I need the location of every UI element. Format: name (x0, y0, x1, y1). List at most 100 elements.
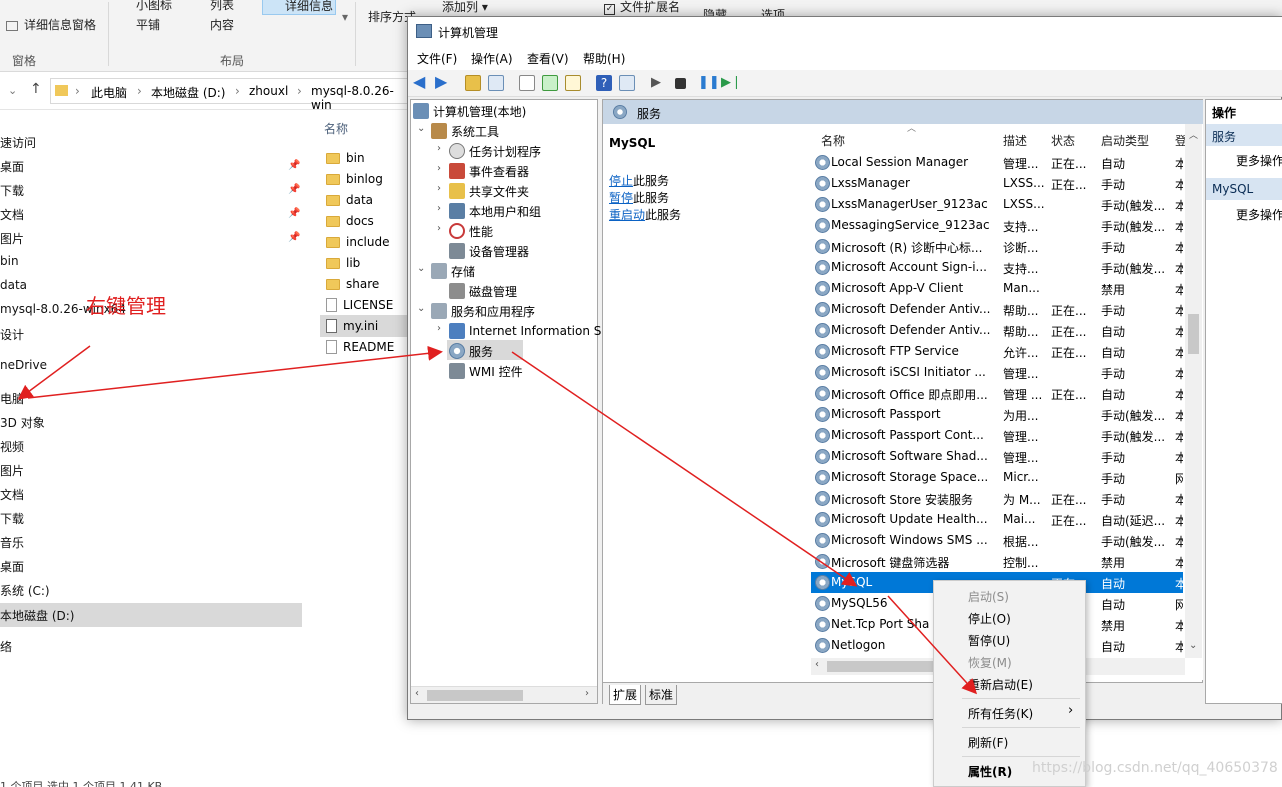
pause-icon[interactable]: ❚❚ (698, 75, 720, 91)
service-row[interactable]: Microsoft Office 即点即用... 管理 ... 正在... 自动 本 (811, 383, 1183, 404)
file-ext-checkbox[interactable]: ✓ 文件扩展名 (604, 0, 680, 15)
add-column-button[interactable]: 添加列 ▾ (442, 0, 488, 15)
service-row[interactable]: Microsoft Defender Antiv... 帮助... 正在... 自动 本 (811, 320, 1183, 341)
up-folder-icon[interactable] (465, 75, 481, 91)
tree-item-disk-management[interactable]: 磁盘管理 (449, 282, 517, 300)
refresh-icon[interactable] (542, 75, 558, 91)
menu-file[interactable]: 文件(F) (417, 50, 457, 67)
chevron-down-icon[interactable]: ▾ (342, 10, 348, 24)
tree-item-performance[interactable]: 性能 (449, 222, 493, 240)
chevron-right-icon[interactable]: › (437, 143, 441, 154)
service-row[interactable]: Microsoft Update Health... Mai... 正在... 自动(… (811, 509, 1183, 530)
details-pane-button[interactable]: 详细信息窗格 (6, 16, 96, 33)
tree-item-device-manager[interactable]: 设备管理器 (449, 242, 529, 260)
menu-help[interactable]: 帮助(H) (583, 50, 625, 67)
chevron-down-icon[interactable]: ⌄ (8, 84, 17, 97)
breadcrumb-item[interactable]: mysql-8.0.26-win (311, 84, 409, 112)
tree-item-event-viewer[interactable]: 事件查看器 (449, 162, 529, 180)
vertical-scrollbar[interactable]: ︿ ⌄ (1185, 124, 1202, 658)
nav-item[interactable]: 3D 对象 (0, 414, 45, 431)
tree-item-system-tools[interactable]: 系统工具 (431, 122, 499, 140)
service-row[interactable]: Microsoft Store 安装服务 为 M... 正在... 手动 本 (811, 488, 1183, 509)
menu-item-resume[interactable]: 恢复(M) (968, 654, 1012, 671)
nav-item[interactable]: 电脑 (0, 390, 24, 407)
details-option[interactable]: 详细信息 (262, 0, 337, 15)
pause-service-link[interactable]: 暂停 (609, 191, 633, 205)
tree-item-services-apps[interactable]: 服务和应用程序 (431, 302, 535, 320)
service-row[interactable]: Microsoft App-V Client Man... 禁用 本 (811, 278, 1183, 299)
restart-service-link[interactable]: 重启动 (609, 208, 645, 222)
service-row[interactable]: LxssManager LXSS... 正在... 手动 本 (811, 173, 1183, 194)
file-item[interactable]: include (326, 232, 389, 252)
menu-item-pause[interactable]: 暂停(U) (968, 632, 1010, 649)
service-row[interactable]: Microsoft FTP Service 允许... 正在... 自动 本 (811, 341, 1183, 362)
chevron-right-icon[interactable]: › (437, 323, 441, 334)
service-row[interactable]: Microsoft Software Shad... 管理... 手动 本 (811, 446, 1183, 467)
small-icons-option[interactable]: 小图标 (116, 0, 172, 13)
file-item[interactable]: my.ini (326, 316, 378, 336)
tab-extended[interactable]: 扩展 (609, 685, 642, 705)
tree-item-wmi[interactable]: WMI 控件 (449, 362, 523, 380)
horizontal-scrollbar[interactable]: ‹ › (411, 686, 597, 703)
nav-item[interactable]: 设计 (0, 326, 24, 343)
nav-item[interactable]: 速访问 (0, 134, 36, 151)
service-row[interactable]: Microsoft Defender Antiv... 帮助... 正在... 手动 本 (811, 299, 1183, 320)
tree-item-shared-folders[interactable]: 共享文件夹 (449, 182, 529, 200)
nav-item[interactable]: 文档 (0, 206, 24, 223)
export-icon[interactable] (565, 75, 581, 91)
back-icon[interactable]: ◀ (413, 74, 429, 91)
file-item[interactable]: data (326, 190, 373, 210)
service-row[interactable]: Microsoft Passport 为用... 手动(触发... 本 (811, 404, 1183, 425)
chevron-right-icon[interactable]: › (437, 203, 441, 214)
window-title-bar[interactable]: 计算机管理 (408, 17, 1282, 46)
column-header-name[interactable]: 名称 (821, 132, 845, 149)
nav-item[interactable]: 下载 (0, 510, 24, 527)
help-icon[interactable]: ? (596, 75, 612, 91)
scrollbar-thumb[interactable] (427, 690, 523, 701)
menu-item-all-tasks[interactable]: 所有任务(K) (968, 705, 1033, 722)
menu-item-refresh[interactable]: 刷新(F) (968, 734, 1008, 751)
forward-icon[interactable]: ▶ (435, 74, 451, 91)
breadcrumb-item[interactable]: 本地磁盘 (D:) (151, 84, 225, 101)
chevron-down-icon[interactable]: ⌄ (1189, 640, 1197, 651)
service-row[interactable]: Microsoft Windows SMS ... 根据... 手动(触发... 本 (811, 530, 1183, 551)
chevron-down-icon[interactable]: ⌄ (417, 123, 425, 134)
file-item[interactable]: bin (326, 148, 365, 168)
nav-item[interactable]: 音乐 (0, 534, 24, 551)
more-actions-link[interactable]: 更多操作 (1236, 206, 1282, 223)
breadcrumb[interactable]: › 此电脑 › 本地磁盘 (D:) › zhouxl › mysql-8.0.2… (50, 78, 410, 112)
nav-item[interactable]: 络 (0, 638, 12, 655)
nav-item[interactable]: 本地磁盘 (D:) (0, 607, 74, 624)
file-item[interactable]: share (326, 274, 379, 294)
chevron-right-icon[interactable]: › (585, 688, 589, 699)
service-row[interactable]: LxssManagerUser_9123ac LXSS... 手动(触发... 本 (811, 194, 1183, 215)
column-header-desc[interactable]: 描述 (1003, 132, 1027, 149)
file-item[interactable]: docs (326, 211, 374, 231)
service-row[interactable]: Microsoft 键盘筛选器 控制... 禁用 本 (811, 551, 1183, 572)
service-row[interactable]: Microsoft Account Sign-i... 支持... 手动(触发...… (811, 257, 1183, 278)
service-row[interactable]: Microsoft (R) 诊断中心标... 诊断... 手动 本 (811, 236, 1183, 257)
more-actions-link[interactable]: 更多操作 (1236, 152, 1282, 169)
tree-item-root[interactable]: 计算机管理(本地) (413, 102, 526, 120)
menu-view[interactable]: 查看(V) (527, 50, 569, 67)
play-icon[interactable]: ▶ (651, 75, 667, 91)
tab-standard[interactable]: 标准 (645, 685, 678, 705)
properties-icon[interactable] (519, 75, 535, 91)
tree-item-services[interactable]: 服务 (449, 342, 493, 360)
nav-item[interactable]: 图片 (0, 462, 24, 479)
nav-item[interactable]: 系统 (C:) (0, 582, 50, 599)
stop-service-link[interactable]: 停止 (609, 174, 633, 188)
column-header-startup[interactable]: 启动类型 (1101, 132, 1149, 149)
nav-item[interactable]: 桌面 (0, 158, 24, 175)
view-icon[interactable] (619, 75, 635, 91)
tree-item-iis[interactable]: Internet Information S (449, 322, 601, 340)
up-arrow-icon[interactable]: ↑ (30, 81, 42, 97)
file-item[interactable]: README (326, 337, 394, 357)
content-option[interactable]: 内容 (190, 16, 234, 33)
file-item[interactable]: binlog (326, 169, 383, 189)
nav-item[interactable]: data (0, 278, 27, 292)
menu-item-start[interactable]: 启动(S) (968, 588, 1009, 605)
chevron-right-icon[interactable]: › (437, 163, 441, 174)
tree-item-task-scheduler[interactable]: 任务计划程序 (449, 142, 541, 160)
column-header-name[interactable]: 名称 (324, 120, 348, 137)
